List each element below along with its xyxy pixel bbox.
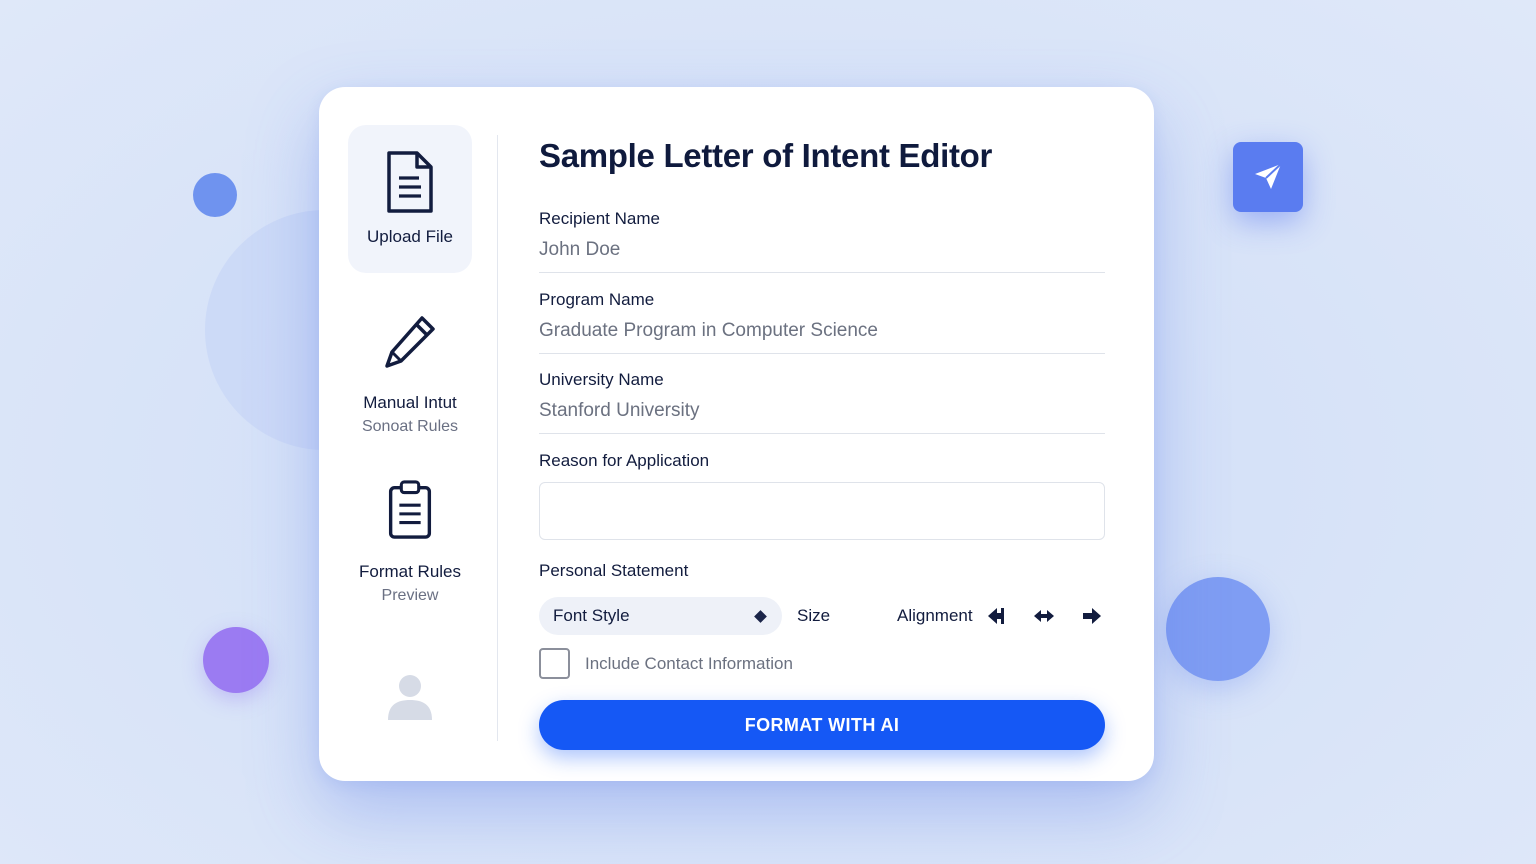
field-underline	[539, 433, 1105, 434]
include-contact-label: Include Contact Information	[585, 653, 793, 673]
editor-card: Upload File Manual Intut Sonoat Rules Fo…	[319, 87, 1154, 781]
field-label: Program Name	[539, 290, 655, 309]
university-name-input[interactable]: Stanford University	[539, 400, 1105, 422]
decorative-purple-dot	[203, 627, 269, 693]
decorative-blue-circle	[1166, 577, 1270, 681]
field-label: Recipient Name	[539, 209, 660, 228]
font-style-value: Font Style	[553, 606, 630, 625]
sidebar-item-format-rules[interactable]: Format Rules Preview	[348, 475, 472, 605]
recipient-name-field[interactable]: Recipient Name John Doe	[539, 209, 1105, 273]
align-center-icon	[1034, 610, 1054, 622]
dropdown-diamond-icon	[754, 610, 767, 623]
user-avatar[interactable]	[386, 673, 434, 721]
font-style-select[interactable]: Font Style	[539, 597, 782, 635]
clipboard-icon	[388, 480, 432, 539]
alignment-label: Alignment	[897, 606, 973, 625]
field-underline	[539, 353, 1105, 354]
sidebar-item-label: Upload File	[367, 227, 453, 246]
formatting-toolbar: Font Style Size Alignment	[539, 597, 1105, 635]
field-label: Reason for Application	[539, 451, 710, 470]
field-label: Personal Statement	[539, 561, 689, 580]
university-name-field[interactable]: University Name Stanford University	[539, 370, 1105, 434]
page-title: Sample Letter of Intent Editor	[539, 137, 993, 174]
sidebar-item-sublabel: Preview	[381, 587, 439, 604]
program-name-input[interactable]: Graduate Program in Computer Science	[539, 320, 1105, 342]
sidebar-item-sublabel: Sonoat Rules	[361, 418, 459, 435]
size-control[interactable]: Size	[797, 606, 830, 626]
include-contact-checkbox[interactable]	[539, 648, 570, 679]
user-avatar-icon	[388, 675, 432, 720]
format-with-ai-button[interactable]: FORMAT WITH AI	[539, 700, 1105, 750]
sidebar-item-label: Manual Intut	[363, 393, 457, 412]
send-button[interactable]	[1233, 142, 1303, 212]
align-right-button[interactable]	[1080, 604, 1104, 628]
include-contact-row[interactable]: Include Contact Information	[539, 648, 793, 679]
editor-main: Sample Letter of Intent Editor Recipient…	[539, 87, 1105, 781]
send-icon	[1255, 163, 1282, 189]
pencil-icon	[385, 316, 435, 368]
align-left-icon	[988, 608, 1004, 624]
document-icon	[387, 151, 433, 213]
align-left-button[interactable]	[985, 604, 1009, 628]
field-underline	[539, 272, 1105, 273]
sidebar: Upload File Manual Intut Sonoat Rules Fo…	[319, 87, 497, 781]
sidebar-divider	[497, 135, 498, 741]
sidebar-item-upload-file[interactable]: Upload File	[348, 125, 472, 273]
field-label: University Name	[539, 370, 664, 389]
sidebar-item-label: Format Rules	[358, 562, 462, 581]
program-name-field[interactable]: Program Name Graduate Program in Compute…	[539, 290, 1105, 354]
personal-statement-field: Personal Statement	[539, 561, 1105, 581]
align-right-icon	[1083, 608, 1101, 624]
recipient-name-input[interactable]: John Doe	[539, 239, 1105, 261]
reason-input[interactable]	[539, 482, 1105, 540]
reason-field: Reason for Application	[539, 451, 1105, 540]
align-center-button[interactable]	[1032, 604, 1056, 628]
decorative-blue-dot	[193, 173, 237, 217]
sidebar-item-manual-input[interactable]: Manual Intut Sonoat Rules	[348, 307, 472, 437]
